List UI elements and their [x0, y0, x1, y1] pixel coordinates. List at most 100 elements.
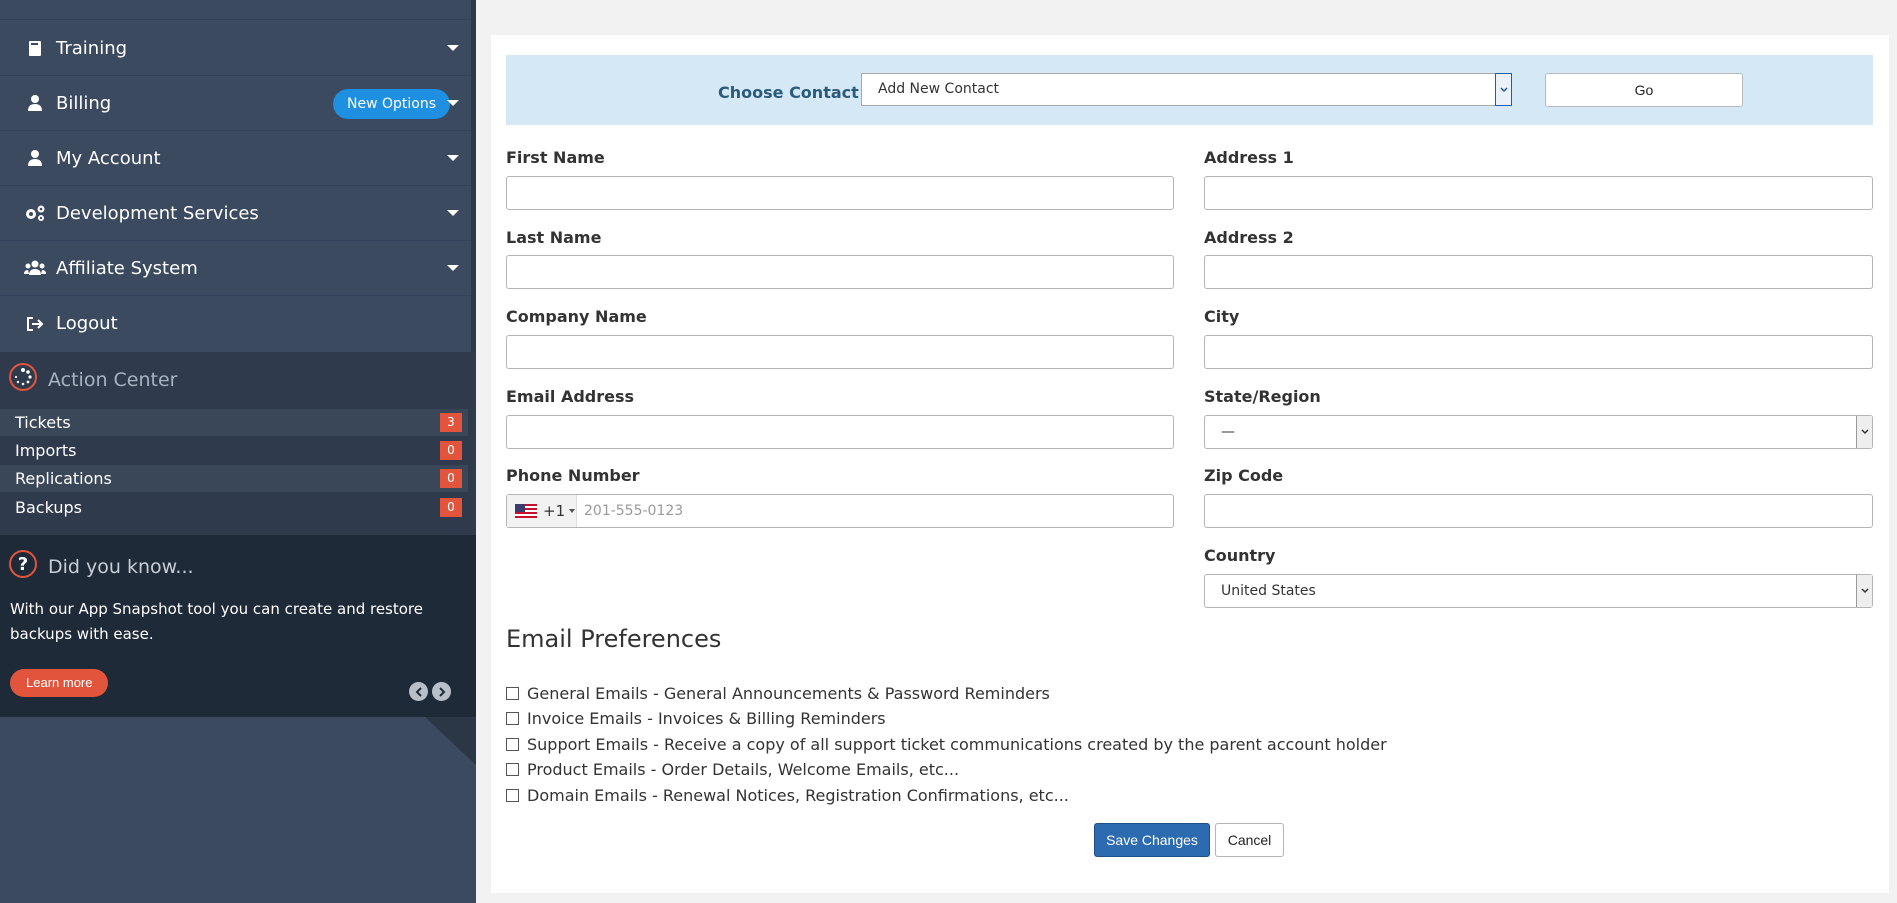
country-select[interactable]: United States — [1204, 574, 1873, 608]
did-you-know-panel: ? Did you know... With our App Snapshot … — [0, 535, 476, 717]
contact-form-panel: Choose Contact Add New Contact Go First … — [491, 35, 1889, 893]
sidebar-item-my-account[interactable]: My Account — [0, 131, 471, 186]
last-name-input[interactable] — [506, 255, 1174, 289]
go-button[interactable]: Go — [1545, 73, 1743, 107]
chevron-right-icon — [438, 686, 445, 697]
city-label: City — [1204, 307, 1240, 326]
save-changes-button[interactable]: Save Changes — [1094, 823, 1210, 857]
company-name-input[interactable] — [506, 335, 1174, 369]
country-code-picker[interactable]: +1 — [507, 495, 577, 527]
users-icon — [24, 257, 46, 279]
gears-icon — [24, 202, 46, 224]
sidebar-item-label: My Account — [56, 147, 161, 169]
sidebar-fold-decoration — [425, 717, 476, 765]
pref-label: Domain Emails - Renewal Notices, Registr… — [527, 786, 1069, 805]
city-input[interactable] — [1204, 335, 1873, 369]
country-code: +1 — [543, 502, 566, 520]
sidebar-item-training[interactable]: Training — [0, 21, 471, 76]
sidebar-item-label: Logout — [56, 313, 118, 334]
did-you-know-title: Did you know... — [48, 555, 194, 578]
question-icon: ? — [8, 549, 38, 584]
caret-down-icon — [569, 509, 576, 513]
company-name-label: Company Name — [506, 307, 647, 326]
action-item-label: Imports — [15, 441, 77, 460]
pref-domain-emails[interactable]: Domain Emails - Renewal Notices, Registr… — [506, 786, 1069, 805]
action-item-label: Tickets — [15, 413, 71, 432]
pref-checkbox[interactable] — [506, 789, 519, 802]
action-item-tickets[interactable]: Tickets 3 — [0, 409, 468, 436]
sidebar-item-affiliate-system[interactable]: Affiliate System — [0, 241, 471, 296]
count-badge: 0 — [440, 498, 462, 517]
action-center-header: Action Center — [8, 362, 178, 397]
chevron-down-icon — [1856, 575, 1872, 607]
chevron-down-icon — [447, 45, 459, 51]
action-item-backups[interactable]: Backups 0 — [0, 494, 468, 521]
address2-label: Address 2 — [1204, 228, 1294, 247]
country-label: Country — [1204, 546, 1276, 565]
carousel-prev-button[interactable] — [409, 682, 428, 701]
sidebar-item-partial[interactable] — [0, 0, 471, 20]
pref-label: Product Emails - Order Details, Welcome … — [527, 760, 960, 779]
pref-support-emails[interactable]: Support Emails - Receive a copy of all s… — [506, 735, 1387, 754]
action-center-title: Action Center — [48, 368, 178, 391]
did-you-know-text: With our App Snapshot tool you can creat… — [10, 600, 423, 643]
us-flag-icon — [515, 504, 537, 518]
chevron-down-icon — [447, 155, 459, 161]
sidebar-footer — [0, 717, 476, 903]
pref-checkbox[interactable] — [506, 738, 519, 751]
spinner-icon — [8, 362, 38, 397]
chevron-down-icon — [447, 100, 459, 106]
zip-label: Zip Code — [1204, 466, 1284, 485]
zip-input[interactable] — [1204, 494, 1873, 528]
address1-label: Address 1 — [1204, 148, 1294, 167]
count-badge: 0 — [440, 469, 462, 488]
sidebar-item-label: Development Services — [56, 202, 259, 224]
chevron-down-icon — [447, 210, 459, 216]
pref-product-emails[interactable]: Product Emails - Order Details, Welcome … — [506, 760, 959, 779]
phone-placeholder: 201-555-0123 — [584, 503, 684, 519]
chevron-down-icon — [1856, 416, 1872, 448]
pref-general-emails[interactable]: General Emails - General Announcements &… — [506, 684, 1050, 703]
address1-input[interactable] — [1204, 176, 1873, 210]
sidebar-item-billing[interactable]: Billing New Options — [0, 76, 471, 131]
carousel-next-button[interactable] — [432, 682, 451, 701]
sidebar-item-logout[interactable]: Logout — [0, 296, 471, 351]
email-label: Email Address — [506, 387, 635, 406]
pref-checkbox[interactable] — [506, 712, 519, 725]
phone-input[interactable]: +1 201-555-0123 — [506, 494, 1174, 528]
first-name-input[interactable] — [506, 176, 1174, 210]
count-badge: 0 — [440, 441, 462, 460]
last-name-label: Last Name — [506, 228, 602, 247]
new-options-badge[interactable]: New Options — [333, 89, 451, 119]
chevron-left-icon — [415, 686, 422, 697]
learn-more-button[interactable]: Learn more — [10, 669, 109, 697]
chevron-down-icon — [447, 265, 459, 271]
book-icon — [24, 37, 46, 59]
pref-invoice-emails[interactable]: Invoice Emails - Invoices & Billing Remi… — [506, 709, 886, 728]
sidebar-item-label: Training — [56, 37, 128, 59]
cancel-button[interactable]: Cancel — [1215, 823, 1284, 857]
email-preferences-title: Email Preferences — [506, 625, 722, 653]
pref-checkbox[interactable] — [506, 687, 519, 700]
sidebar-item-label: Billing — [56, 92, 112, 114]
sign-out-icon — [24, 313, 46, 335]
contact-select[interactable]: Add New Contact — [861, 73, 1512, 106]
action-item-imports[interactable]: Imports 0 — [0, 437, 468, 464]
pref-checkbox[interactable] — [506, 763, 519, 776]
email-input[interactable] — [506, 415, 1174, 449]
sidebar: Training Billing New Options My Account … — [0, 0, 476, 903]
contact-select-value: Add New Contact — [878, 81, 1000, 97]
count-badge: 3 — [440, 413, 462, 432]
sidebar-item-label: Affiliate System — [56, 257, 198, 279]
svg-text:?: ? — [18, 554, 28, 575]
action-item-replications[interactable]: Replications 0 — [0, 465, 468, 492]
state-select[interactable]: — — [1204, 415, 1873, 449]
sidebar-item-development-services[interactable]: Development Services — [0, 186, 471, 241]
state-select-value: — — [1221, 424, 1235, 440]
pref-label: Invoice Emails - Invoices & Billing Remi… — [527, 709, 886, 728]
first-name-label: First Name — [506, 148, 605, 167]
address2-input[interactable] — [1204, 255, 1873, 289]
user-icon — [24, 147, 46, 169]
chevron-down-icon — [1495, 73, 1512, 106]
pref-label: Support Emails - Receive a copy of all s… — [527, 735, 1387, 754]
